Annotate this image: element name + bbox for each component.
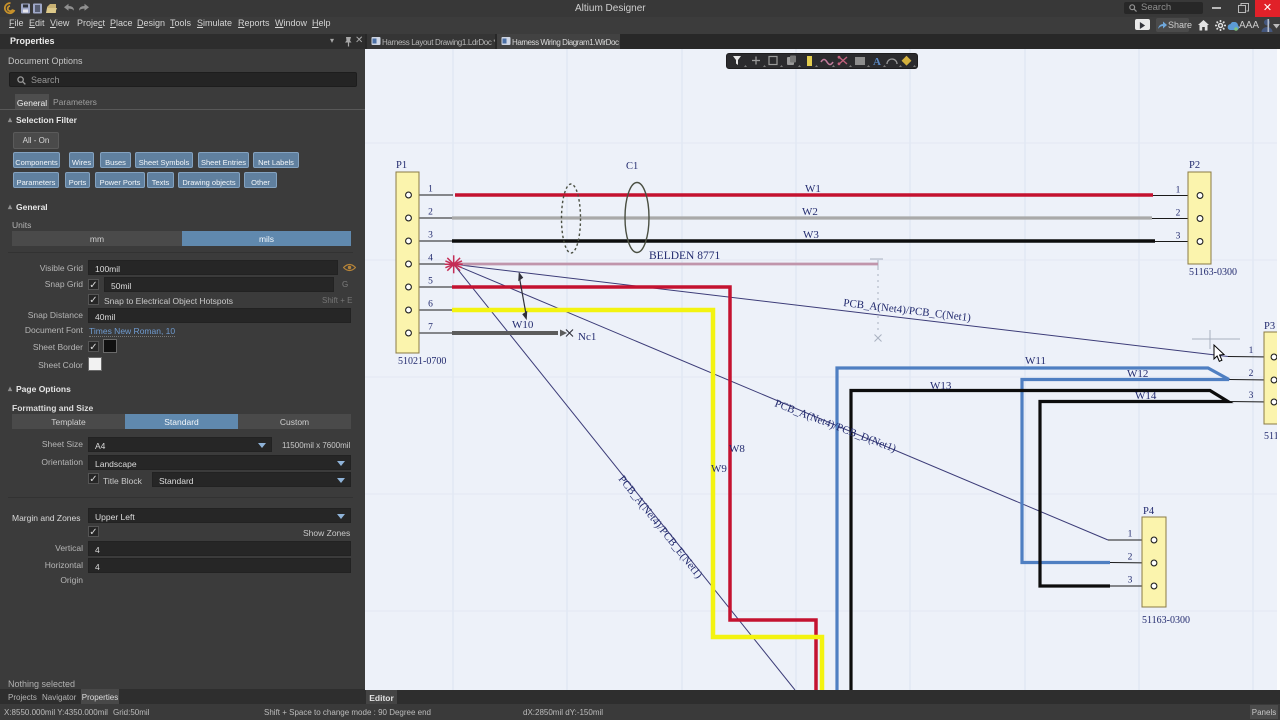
svg-text:1: 1 xyxy=(1128,530,1133,540)
svg-text:4: 4 xyxy=(428,254,433,264)
svg-text:BELDEN 8771: BELDEN 8771 xyxy=(649,250,720,262)
svg-text:W1: W1 xyxy=(805,183,821,195)
svg-text:1: 1 xyxy=(1249,346,1254,356)
svg-text:W10: W10 xyxy=(512,319,534,331)
svg-text:3: 3 xyxy=(1249,391,1254,401)
svg-text:6: 6 xyxy=(428,300,433,310)
svg-text:2: 2 xyxy=(1176,209,1181,219)
svg-text:W13: W13 xyxy=(930,380,952,392)
svg-text:2: 2 xyxy=(1249,369,1254,379)
svg-text:P1: P1 xyxy=(396,160,407,171)
svg-text:W14: W14 xyxy=(1135,390,1157,402)
svg-text:W2: W2 xyxy=(802,206,818,218)
svg-text:W11: W11 xyxy=(1025,355,1046,367)
svg-text:PCB_A(Net4)/PCB_C(Net1): PCB_A(Net4)/PCB_C(Net1) xyxy=(843,297,972,324)
svg-text:W3: W3 xyxy=(803,229,819,241)
svg-text:1: 1 xyxy=(428,185,433,195)
svg-text:3: 3 xyxy=(1128,576,1133,586)
svg-text:1: 1 xyxy=(1176,186,1181,196)
svg-text:51163-0300: 51163-0300 xyxy=(1142,615,1190,626)
svg-text:A: A xyxy=(873,56,881,68)
svg-text:3: 3 xyxy=(428,231,433,241)
svg-text:51163-0300: 51163-0300 xyxy=(1189,267,1237,278)
svg-text:5: 5 xyxy=(428,277,433,287)
svg-text:W8: W8 xyxy=(729,443,745,455)
svg-text:2: 2 xyxy=(1128,553,1133,563)
svg-text:51021-0700: 51021-0700 xyxy=(398,356,446,367)
svg-text:7: 7 xyxy=(428,323,433,333)
svg-text:3: 3 xyxy=(1176,232,1181,242)
svg-text:P4: P4 xyxy=(1143,506,1155,517)
svg-text:PCB_A(Net4)/PCB_E(Net1): PCB_A(Net4)/PCB_E(Net1) xyxy=(616,473,705,581)
svg-text:Nc1: Nc1 xyxy=(578,331,596,343)
svg-text:P3: P3 xyxy=(1264,321,1275,332)
svg-text:C1: C1 xyxy=(626,161,638,172)
svg-text:W12: W12 xyxy=(1127,368,1148,380)
svg-text:W9: W9 xyxy=(711,463,727,475)
svg-text:P2: P2 xyxy=(1189,160,1200,171)
svg-text:2: 2 xyxy=(428,208,433,218)
